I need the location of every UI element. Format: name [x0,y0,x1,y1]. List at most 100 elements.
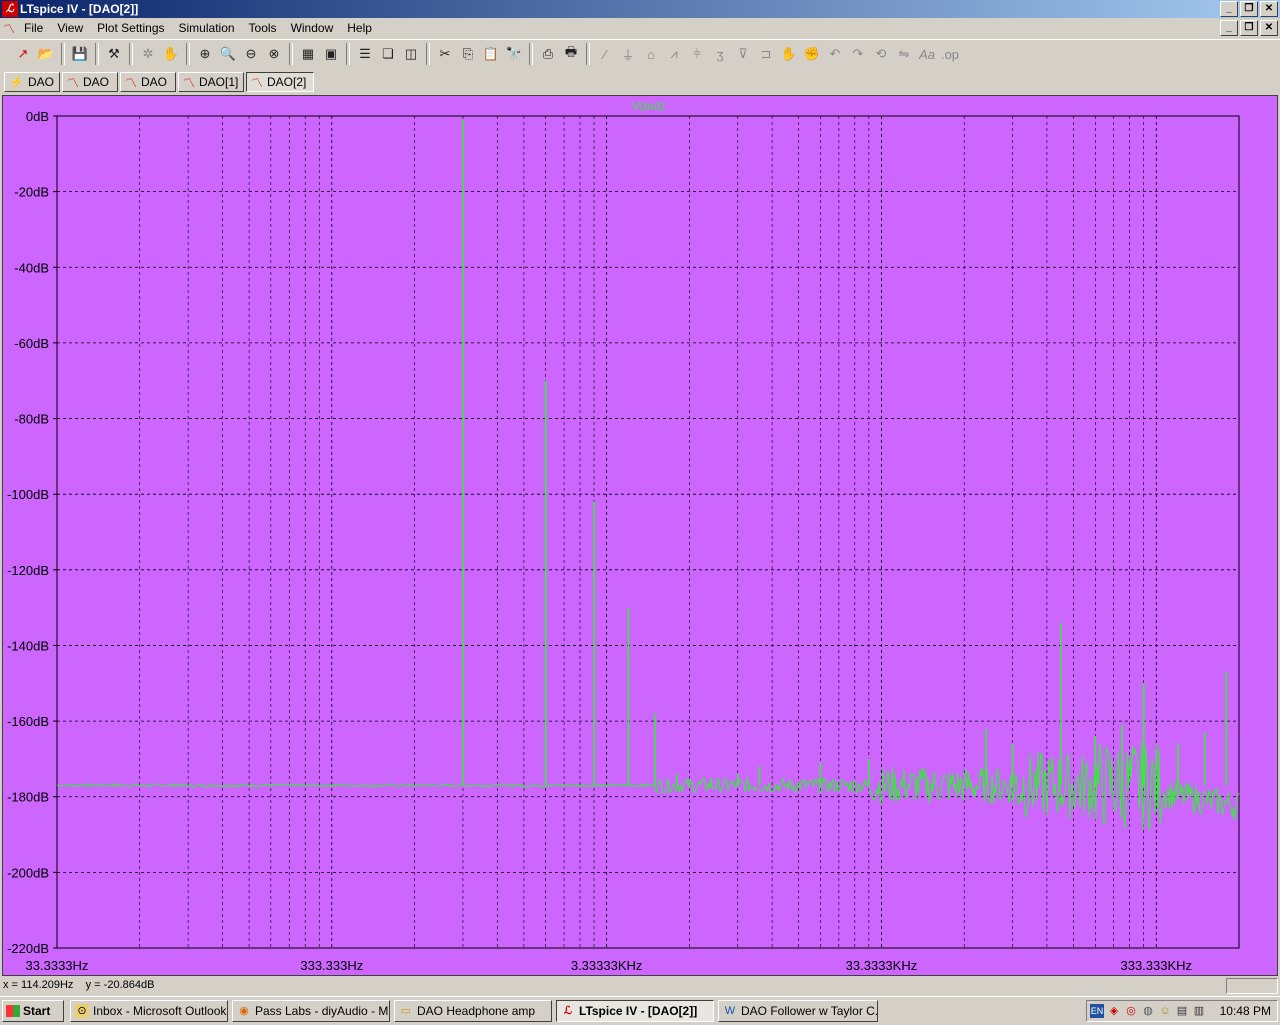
inductor-icon[interactable]: ʒ [709,43,731,65]
copy-icon[interactable]: ⎘ [457,43,479,65]
pan-icon[interactable]: ✋ [160,43,182,65]
word-icon: W [724,1005,736,1017]
mirror-icon[interactable]: ⇋ [893,43,915,65]
y-tick-label: -120dB [7,563,49,578]
status-panel [1226,978,1278,994]
waveform-plot-pane[interactable]: 0dB -20dB -40dB -60dB -80dB -100dB -120dB -140d… [2,95,1278,976]
ltspice-app-icon[interactable]: ℒ [2,1,18,17]
antivirus-icon[interactable]: ◎ [1124,1004,1138,1018]
new-schematic-icon[interactable]: ↗ [12,43,34,65]
windows-logo-icon [6,1005,20,1017]
waveform-icon: 〽 [125,75,138,90]
task-folder[interactable]: ▭ DAO Headphone amp [394,1000,552,1022]
tab-dao-waveform[interactable]: 〽 DAO [62,72,118,92]
minimize-button[interactable]: _ [1220,1,1238,17]
menu-window[interactable]: Window [291,21,334,35]
menu-file[interactable]: File [24,21,43,35]
x-tick-label: 33.3333Hz [26,958,89,973]
start-button[interactable]: Start [2,1000,64,1022]
firefox-icon: ◉ [239,1005,249,1017]
drag-icon[interactable]: ✊ [801,43,823,65]
tile-horizontal-icon[interactable]: ☰ [354,43,376,65]
zoom-out-icon[interactable]: ⊖ [240,43,262,65]
volume-icon[interactable]: ▤ [1175,1004,1189,1018]
trace-label: V(out) [632,99,665,113]
rotate-icon[interactable]: ⟲ [870,43,892,65]
y-tick-label: -160dB [7,714,49,729]
fit-icon[interactable]: ▣ [320,43,342,65]
tab-dao-schematic[interactable]: ⚡ DAO [4,72,60,92]
autorange-icon[interactable]: ▦ [297,43,319,65]
zoom-cancel-icon[interactable]: ⊗ [263,43,285,65]
paste-icon[interactable]: 📋 [480,43,502,65]
text-icon[interactable]: Aa [916,43,938,65]
menu-help[interactable]: Help [347,21,372,35]
move-icon[interactable]: ✋ [778,43,800,65]
diode-icon[interactable]: ⊽ [732,43,754,65]
menu-plot-settings[interactable]: Plot Settings [97,21,164,35]
spice-directive-icon[interactable]: .op [939,43,961,65]
x-tick-label: 333.333Hz [300,958,363,973]
task-firefox[interactable]: ◉ Pass Labs - diyAudio - M... [232,1000,390,1022]
outlook-icon: ⊙ [75,1004,89,1018]
task-ltspice[interactable]: ℒ LTspice IV - [DAO[2]] [556,1000,714,1022]
tab-dao-1[interactable]: 〽 DAO[1] [178,72,244,92]
wire-icon[interactable]: ∕ [594,43,616,65]
task-word[interactable]: W DAO Follower w Taylor C... [718,1000,878,1022]
find-icon[interactable]: 🔭 [503,43,525,65]
task-outlook[interactable]: ⊙ Inbox - Microsoft Outlook [70,1000,228,1022]
run-icon[interactable]: ✲ [137,43,159,65]
print-setup-icon[interactable]: ⎙ [537,43,559,65]
y-tick-label: -40dB [14,260,49,275]
close-button[interactable]: ✕ [1260,1,1278,17]
maximize-button[interactable]: ❐ [1240,1,1258,17]
window-title: LTspice IV - [DAO[2]] [20,2,139,16]
menu-tools[interactable]: Tools [249,21,277,35]
plot-area-frame [56,115,1240,949]
undo-icon[interactable]: ↶ [824,43,846,65]
tile-vertical-icon[interactable]: ◫ [400,43,422,65]
cut-icon[interactable]: ✂ [434,43,456,65]
doc-close-button[interactable]: ✕ [1260,20,1278,36]
waveform-icon: 〽 [251,75,264,90]
zoom-area-icon[interactable]: 🔍 [217,43,239,65]
y-tick-label: -200dB [7,865,49,880]
tab-dao-2[interactable]: 〽 DAO[2] [246,72,314,92]
document-tabs: ⚡ DAO 〽 DAO 〽 DAO 〽 DAO[1] 〽 DAO[2] [0,70,1280,94]
waveform-icon: 〽 [183,75,196,90]
messenger-icon[interactable]: ☺ [1158,1004,1172,1018]
open-icon[interactable]: 📂 [35,43,57,65]
clock: 10:48 PM [1219,1004,1271,1018]
y-tick-label: -80dB [14,412,49,427]
menu-view[interactable]: View [57,21,83,35]
doc-minimize-button[interactable]: _ [1220,20,1238,36]
capacitor-icon[interactable]: ⫩ [686,43,708,65]
cascade-icon[interactable]: ❏ [377,43,399,65]
x-tick-label: 33.3333KHz [846,958,918,973]
connection-icon[interactable]: ▥ [1192,1004,1206,1018]
spectrum-chart[interactable]: 0dB -20dB -40dB -60dB -80dB -100dB -120dB -140d… [3,96,1277,975]
network-icon[interactable]: ◍ [1141,1004,1155,1018]
component-icon[interactable]: ⊐ [755,43,777,65]
x-tick-label: 333.333KHz [1120,958,1192,973]
control-panel-icon[interactable]: ⚒ [103,43,125,65]
zoom-in-icon[interactable]: ⊕ [194,43,216,65]
redo-icon[interactable]: ↷ [847,43,869,65]
language-indicator[interactable]: EN [1090,1004,1104,1018]
document-waveform-icon[interactable]: 〽 [3,20,19,36]
doc-restore-button[interactable]: ❐ [1240,20,1258,36]
menu-simulation[interactable]: Simulation [179,21,235,35]
save-icon[interactable]: 💾 [69,43,91,65]
system-tray: EN ◈ ◎ ◍ ☺ ▤ ▥ 10:48 PM [1086,1000,1278,1022]
label-icon[interactable]: ⌂ [640,43,662,65]
cursor-readout: x = 114.209Hz y = -20.864dB [3,979,155,991]
waveform-icon: 〽 [67,75,80,90]
menu-bar: 〽 File View Plot Settings Simulation Too… [0,18,1280,38]
resistor-icon[interactable]: ⩘ [663,43,685,65]
print-icon[interactable]: 🖶 [560,43,582,65]
ground-icon[interactable]: ⏚ [617,43,639,65]
shield-icon[interactable]: ◈ [1107,1004,1121,1018]
toolbar: ↗ 📂 💾 ⚒ ✲ ✋ ⊕ 🔍 ⊖ ⊗ ▦ ▣ ☰ ❏ ◫ ✂ ⎘ 📋 🔭 ⎙ … [0,39,1280,71]
title-bar: ℒ LTspice IV - [DAO[2]] _ ❐ ✕ [0,0,1280,18]
tab-dao-waveform-2[interactable]: 〽 DAO [120,72,176,92]
